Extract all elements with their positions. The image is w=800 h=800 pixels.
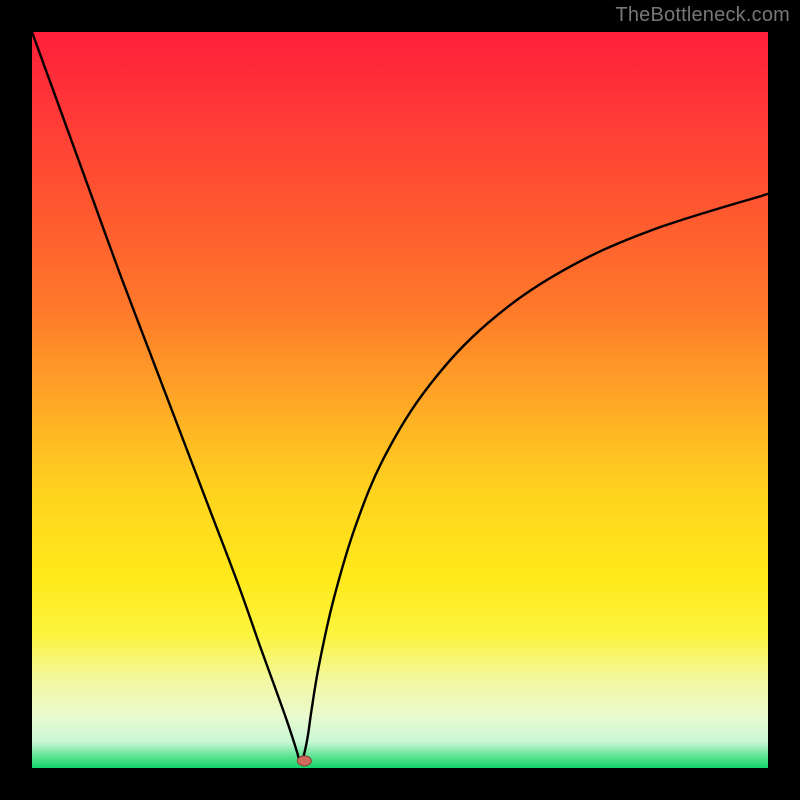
watermark-text: TheBottleneck.com (615, 4, 790, 27)
plot-area (32, 32, 768, 768)
curve-minimum-marker (297, 756, 311, 766)
chart-frame: TheBottleneck.com (0, 0, 800, 800)
chart-svg (32, 32, 768, 768)
gradient-background (32, 32, 768, 768)
